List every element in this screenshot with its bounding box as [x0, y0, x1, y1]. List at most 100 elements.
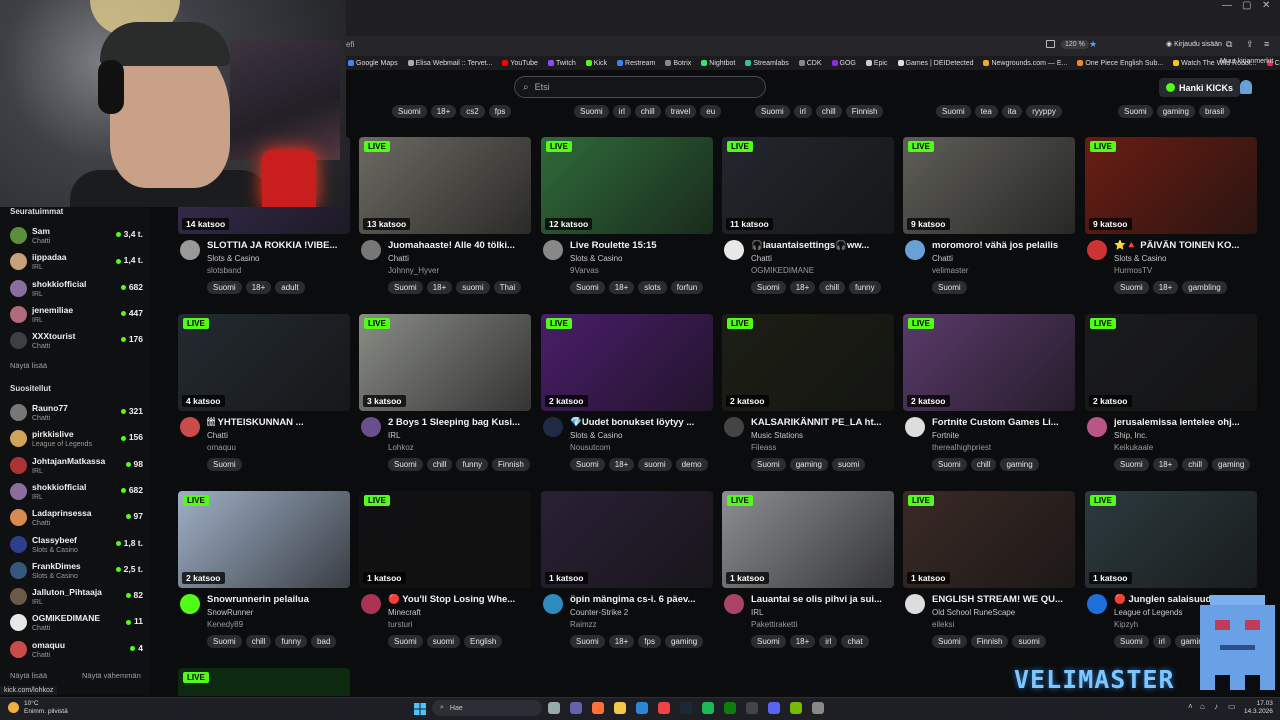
- bookmark-item[interactable]: GOG: [831, 60, 856, 67]
- stream-thumbnail[interactable]: LIVE 2 katsoo: [541, 314, 713, 411]
- tag-chip[interactable]: suomi: [638, 458, 672, 471]
- tag-chip[interactable]: Suomi: [936, 105, 971, 118]
- tag-chip[interactable]: suomi: [456, 281, 490, 294]
- streamer-name[interactable]: Fileass: [751, 443, 776, 452]
- stream-card[interactable]: LIVE 4 katsoo 🕯🕯🕯 YHTEISKUNNAN ... Chatti om…: [178, 314, 350, 484]
- sidebar-channel-item[interactable]: jenemiliae IRL 447: [10, 303, 146, 329]
- minimize-icon[interactable]: —: [1222, 0, 1232, 14]
- network-icon[interactable]: ⌂: [1200, 702, 1205, 711]
- tag-chip[interactable]: Suomi: [751, 458, 786, 471]
- next-row-thumbnail[interactable]: LIVE: [178, 668, 350, 696]
- tag-chip[interactable]: chill: [970, 458, 997, 471]
- sidebar-channel-item[interactable]: Classybeef Slots & Casino 1,8 t.: [10, 533, 146, 559]
- tag-chip[interactable]: chill: [1182, 458, 1209, 471]
- tag-chip[interactable]: 18+: [426, 281, 453, 294]
- stream-thumbnail[interactable]: LIVE 11 katsoo: [722, 137, 894, 234]
- tag-chip[interactable]: gaming: [1000, 458, 1039, 471]
- stream-card[interactable]: LIVE 11 katsoo 🎧lauantaisettings🎧ww... Chat…: [722, 137, 894, 307]
- streamer-name[interactable]: Johnny_Hyver: [388, 266, 439, 275]
- bookmark-item[interactable]: Twitch: [547, 60, 576, 67]
- tag-chip[interactable]: Suomi: [1114, 458, 1149, 471]
- restore-icon[interactable]: ▢: [1242, 0, 1251, 14]
- tag-chip[interactable]: chill: [815, 105, 842, 118]
- bookmark-item[interactable]: One Piece English Sub...: [1077, 60, 1163, 67]
- tag-chip[interactable]: funny: [275, 635, 308, 648]
- stream-title[interactable]: jerusalemissa lentelee ohj...: [1114, 417, 1256, 428]
- sidebar-channel-item[interactable]: XXXtourist Chatti 176: [10, 329, 146, 355]
- streamer-avatar[interactable]: [543, 240, 563, 260]
- streamer-name[interactable]: tursturi: [388, 620, 412, 629]
- bookmark-item[interactable]: CDK: [798, 60, 822, 67]
- tag-chip[interactable]: ryyppy: [1026, 105, 1062, 118]
- tag-chip[interactable]: fps: [488, 105, 512, 118]
- tag-chip[interactable]: eu: [700, 105, 722, 118]
- tag-chip[interactable]: chill: [426, 458, 453, 471]
- stream-card[interactable]: LIVE 9 katsoo ⭐🔺 PÄIVÄN TOINEN KO... Slots …: [1085, 137, 1257, 307]
- bookmark-item[interactable]: Elisa Webmail :: Tervet...: [407, 60, 492, 67]
- taskbar-clock[interactable]: 17.03 14.3.2026: [1244, 700, 1273, 716]
- tag-chip[interactable]: Suomi: [207, 635, 242, 648]
- bookmark-item[interactable]: Botrix: [665, 60, 691, 67]
- stream-title[interactable]: Fortnite Custom Games Li...: [932, 417, 1074, 428]
- stream-thumbnail[interactable]: LIVE 13 katsoo: [359, 137, 531, 234]
- stream-title[interactable]: Lauantai se olis pihvi ja sui...: [751, 594, 893, 605]
- stream-title[interactable]: öpin mängima cs-i. 6 päev...: [570, 594, 712, 605]
- stream-thumbnail[interactable]: LIVE 1 katsoo: [1085, 491, 1257, 588]
- weather-widget[interactable]: 10°C Enimm. pilvistä: [24, 700, 68, 716]
- file-explorer-icon[interactable]: [614, 702, 626, 714]
- taskbar-search[interactable]: ⌕ Hae: [432, 700, 542, 716]
- stream-category[interactable]: Slots & Casino: [1114, 254, 1166, 263]
- stream-category[interactable]: Music Stations: [751, 431, 803, 440]
- stream-category[interactable]: Ship, Inc.: [1114, 431, 1147, 440]
- stream-category[interactable]: Chatti: [207, 431, 228, 440]
- menu-icon[interactable]: ≡: [1264, 39, 1269, 49]
- tag-chip[interactable]: demo: [675, 458, 708, 471]
- bookmark-item[interactable]: Google Maps: [348, 60, 398, 67]
- stream-category[interactable]: IRL: [751, 608, 763, 617]
- obs-icon[interactable]: [746, 702, 758, 714]
- stream-card[interactable]: LIVE 12 katsoo Live Roulette 15:15 Slots & …: [541, 137, 713, 307]
- streamer-avatar[interactable]: [724, 417, 744, 437]
- tag-chip[interactable]: brasil: [1198, 105, 1231, 118]
- address-bar[interactable]: [346, 36, 1280, 56]
- sidebar-channel-item[interactable]: Sam Chatti 3,4 t.: [10, 224, 146, 250]
- tag-chip[interactable]: irl: [1152, 635, 1171, 648]
- streamer-avatar[interactable]: [905, 594, 925, 614]
- tag-chip[interactable]: English: [464, 635, 503, 648]
- tag-chip[interactable]: adult: [275, 281, 305, 294]
- close-icon[interactable]: ✕: [1262, 0, 1270, 14]
- streamer-name[interactable]: Kipzyh: [1114, 620, 1138, 629]
- streamer-avatar[interactable]: [724, 240, 744, 260]
- stream-category[interactable]: Chatti: [751, 254, 772, 263]
- stream-thumbnail[interactable]: LIVE 1 katsoo: [903, 491, 1075, 588]
- tag-chip[interactable]: irl: [612, 105, 631, 118]
- tag-chip[interactable]: 18+: [789, 281, 816, 294]
- other-bookmarks[interactable]: Muut kirjanmerkit: [1220, 58, 1273, 65]
- teams-icon[interactable]: [570, 702, 582, 714]
- show-more-link[interactable]: Näytä lisää: [10, 361, 47, 370]
- sidebar-channel-item[interactable]: iippadaa IRL 1,4 t.: [10, 250, 146, 276]
- tag-chip[interactable]: Suomi: [388, 281, 423, 294]
- sidebar-channel-item[interactable]: Jalluton_Pihtaaja IRL 82: [10, 585, 146, 611]
- reader-mode-icon[interactable]: [1046, 40, 1055, 48]
- tag-chip[interactable]: gambling: [1182, 281, 1227, 294]
- bookmark-star-icon[interactable]: ★: [1089, 39, 1097, 50]
- tag-chip[interactable]: travel: [664, 105, 697, 118]
- tag-chip[interactable]: Finnish: [845, 105, 884, 118]
- bookmark-item[interactable]: Games | DEIDetected: [897, 60, 973, 67]
- tag-chip[interactable]: 18+: [789, 635, 816, 648]
- stream-category[interactable]: Slots & Casino: [207, 254, 259, 263]
- tag-chip[interactable]: gaming: [789, 458, 828, 471]
- chrome-icon[interactable]: [658, 702, 670, 714]
- tag-chip[interactable]: forfun: [670, 281, 704, 294]
- tag-chip[interactable]: Suomi: [751, 281, 786, 294]
- spotify-icon[interactable]: [702, 702, 714, 714]
- streamer-name[interactable]: omaquu: [207, 443, 236, 452]
- streamer-avatar[interactable]: [1087, 417, 1107, 437]
- stream-card[interactable]: LIVE 9 katsoo moromoro! vähä jos pelailis C…: [903, 137, 1075, 307]
- weather-icon[interactable]: [8, 702, 19, 713]
- stream-card[interactable]: LIVE 1 katsoo Lauantai se olis pihvi ja su…: [722, 491, 894, 661]
- tag-chip[interactable]: chill: [634, 105, 661, 118]
- stream-title[interactable]: KALSARIKÄNNIT PE_LA ht...: [751, 417, 893, 428]
- sidebar-channel-item[interactable]: pirkkislive League of Legends 156: [10, 427, 146, 453]
